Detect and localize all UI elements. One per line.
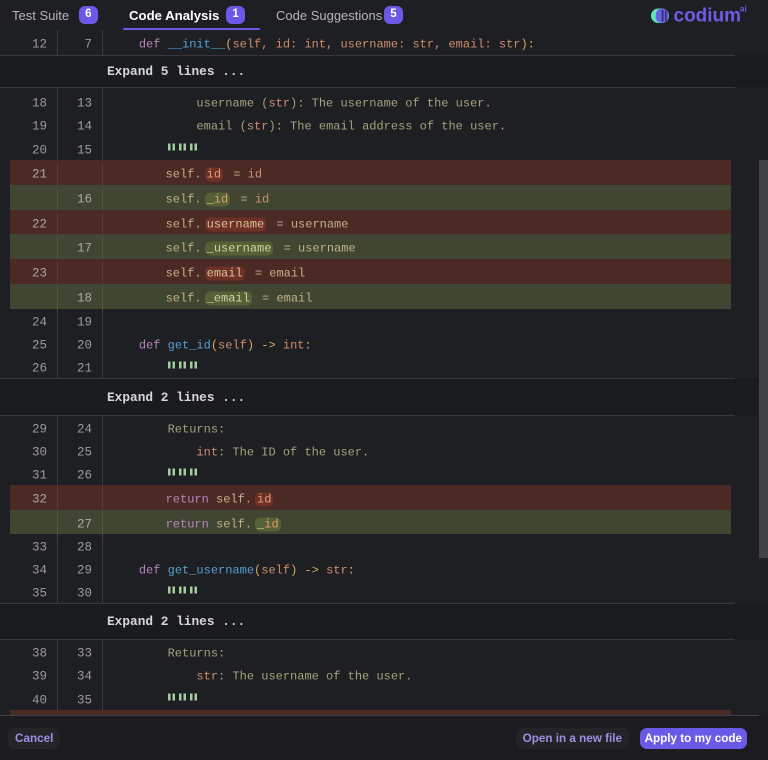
- svg-text:codium: codium: [674, 6, 742, 27]
- svg-text:ai: ai: [740, 5, 747, 14]
